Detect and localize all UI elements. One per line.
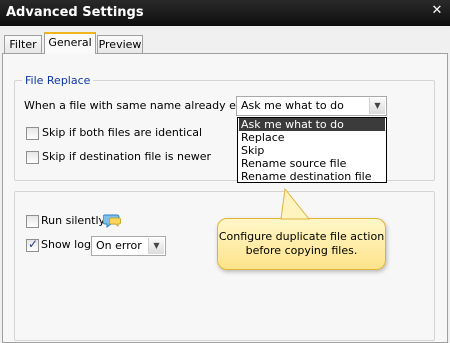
title-bar: Advanced Settings ✕ xyxy=(0,0,450,26)
file-replace-legend: File Replace xyxy=(22,74,94,87)
duplicate-action-value: Ask me what to do xyxy=(241,99,344,112)
tab-general-label: General xyxy=(48,36,92,49)
skip-identical-checkbox[interactable] xyxy=(26,127,39,140)
chevron-down-icon[interactable]: ▼ xyxy=(369,98,385,114)
option-ask[interactable]: Ask me what to do xyxy=(239,118,385,131)
log-mode-value: On error xyxy=(96,239,142,252)
tab-filter[interactable]: Filter xyxy=(4,35,42,53)
option-skip[interactable]: Skip xyxy=(239,144,385,157)
tab-strip: Filter General Preview xyxy=(0,26,450,54)
chevron-down-icon[interactable]: ▼ xyxy=(148,238,164,254)
tab-preview-label: Preview xyxy=(98,38,142,51)
window-title: Advanced Settings xyxy=(6,5,144,20)
show-log-checkbox[interactable] xyxy=(26,237,39,252)
skip-newer-checkbox[interactable] xyxy=(26,151,39,164)
help-tooltip: Configure duplicate file action before c… xyxy=(217,218,386,270)
option-rename-source[interactable]: Rename source file xyxy=(239,157,385,170)
close-icon[interactable]: ✕ xyxy=(429,3,445,19)
tooltip-line-1: Configure duplicate file action xyxy=(218,230,385,243)
duplicate-action-dropdown[interactable]: Ask me what to do Replace Skip Rename so… xyxy=(237,117,387,183)
option-rename-destination[interactable]: Rename destination file xyxy=(239,170,385,183)
tooltip-pointer xyxy=(280,188,311,220)
show-log-label: Show log xyxy=(41,238,91,251)
tab-preview[interactable]: Preview xyxy=(97,35,143,53)
tooltip-line-2: before copying files. xyxy=(245,244,358,257)
duplicate-prompt-label: When a file with same name already exist… xyxy=(24,99,265,112)
tab-filter-label: Filter xyxy=(9,38,37,51)
duplicate-action-select[interactable]: Ask me what to do ▼ xyxy=(236,96,387,116)
run-silently-checkbox[interactable] xyxy=(26,215,39,228)
skip-newer-label: Skip if destination file is newer xyxy=(42,150,212,163)
speech-bubble-icon[interactable] xyxy=(102,213,121,231)
skip-identical-label: Skip if both files are identical xyxy=(42,126,203,139)
tab-general[interactable]: General xyxy=(44,32,96,54)
option-replace[interactable]: Replace xyxy=(239,131,385,144)
log-mode-select[interactable]: On error ▼ xyxy=(91,236,166,256)
run-silently-label: Run silently xyxy=(41,214,106,227)
